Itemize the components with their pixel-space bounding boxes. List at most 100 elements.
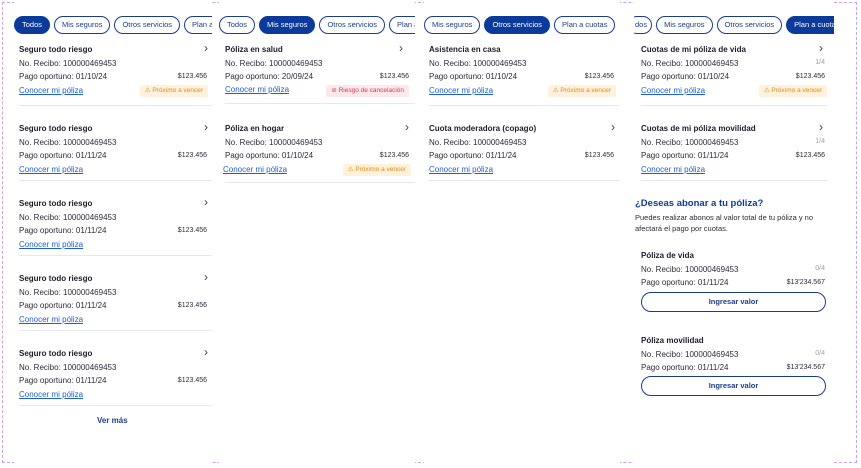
card-link[interactable]: Conocer mi póliza bbox=[19, 165, 83, 174]
policy-card[interactable]: Seguro todo riesgo › No. Recibo: 1000004… bbox=[19, 121, 212, 181]
cuota-card[interactable]: Cuotas de mi póliza de vida › No. Recibo… bbox=[641, 42, 827, 106]
card-recibo: No. Recibo: 100000469453 bbox=[641, 59, 739, 68]
chevron-right-icon[interactable]: › bbox=[204, 121, 208, 133]
card-recibo: No. Recibo: 100000469453 bbox=[19, 288, 117, 297]
chevron-right-icon[interactable]: › bbox=[611, 121, 615, 133]
policy-card[interactable]: Seguro todo riesgo › No. Recibo: 1000004… bbox=[19, 271, 212, 331]
card-pago: Pago oportuno: 01/11/24 bbox=[641, 363, 729, 372]
card-title: Seguro todo riesgo bbox=[19, 274, 93, 283]
card-pago: Pago oportuno: 01/10/24 bbox=[429, 72, 518, 81]
card-amount: $123.456 bbox=[177, 377, 207, 384]
card-link[interactable]: Conocer mi póliza bbox=[19, 86, 83, 95]
card-pago: Pago oportuno: 01/11/24 bbox=[641, 278, 729, 287]
tab-otros-servicios[interactable]: Otros servicios bbox=[319, 16, 386, 34]
card-pago: Pago oportuno: 01/11/24 bbox=[641, 151, 729, 160]
tab-todos[interactable]: Todos bbox=[219, 16, 256, 34]
card-title: Póliza en hogar bbox=[225, 124, 285, 133]
card-pago: Pago oportuno: 20/09/24 bbox=[225, 72, 314, 81]
chevron-right-icon[interactable]: › bbox=[405, 121, 409, 133]
card-pago: Pago oportuno: 01/11/24 bbox=[19, 301, 107, 310]
chevron-right-icon[interactable]: › bbox=[204, 196, 208, 208]
policy-card[interactable]: Póliza en hogar › No. Recibo: 1000004694… bbox=[223, 121, 415, 183]
tab-plan-a-cuotas[interactable]: Plan a cuotas bbox=[389, 16, 415, 34]
card-link[interactable]: Conocer mi póliza bbox=[225, 85, 289, 94]
filter-tabs: TodosMis segurosOtros serviciosPlan a cu… bbox=[14, 16, 212, 34]
card-title: Seguro todo riesgo bbox=[19, 199, 93, 208]
card-link[interactable]: Conocer mi póliza bbox=[641, 165, 705, 174]
chevron-right-icon[interactable]: › bbox=[204, 42, 208, 54]
card-amount: $13'234.567 bbox=[786, 279, 825, 286]
tab-mis-seguros[interactable]: Mis seguros bbox=[656, 16, 713, 34]
card-link[interactable]: Conocer mi póliza bbox=[19, 390, 83, 399]
tab-otros-servicios[interactable]: Otros servicios bbox=[114, 16, 181, 34]
card-recibo: No. Recibo: 100000469453 bbox=[225, 59, 323, 68]
card-recibo: No. Recibo: 100000469453 bbox=[19, 59, 117, 68]
card-amount: $123.456 bbox=[177, 152, 207, 159]
card-title: Seguro todo riesgo bbox=[19, 124, 93, 133]
tab-otros-servicios[interactable]: Otros servicios bbox=[484, 16, 551, 34]
card-recibo: No. Recibo: 100000469453 bbox=[19, 363, 117, 372]
card-link[interactable]: Conocer mi póliza bbox=[429, 86, 493, 95]
card-link[interactable]: Conocer mi póliza bbox=[223, 165, 287, 174]
card-amount: $123.456 bbox=[379, 73, 409, 80]
card-title: Seguro todo riesgo bbox=[19, 45, 93, 54]
filter-tabs: TodosMis segurosOtros serviciosPlan a cu… bbox=[219, 16, 415, 34]
tab-mis-seguros[interactable]: Mis seguros bbox=[424, 16, 481, 34]
card-amount: $123.456 bbox=[584, 73, 614, 80]
card-amount: $13'234.567 bbox=[786, 364, 825, 371]
card-title: Póliza movilidad bbox=[641, 336, 704, 345]
card-amount: $123.456 bbox=[795, 152, 825, 159]
policy-card[interactable]: Póliza en salud › No. Recibo: 1000004694… bbox=[225, 42, 415, 104]
filter-tabs: dos Mis seguros Otros servicios Plan a cuot… bbox=[634, 16, 834, 34]
card-pago: Pago oportuno: 01/11/24 bbox=[429, 151, 517, 160]
service-card[interactable]: Asistencia en casa No. Recibo: 100000469… bbox=[429, 45, 619, 106]
cuota-counter: 1/4 bbox=[815, 59, 825, 66]
policy-card[interactable]: Seguro todo riesgo › No. Recibo: 1000004… bbox=[19, 346, 212, 406]
tab-todos[interactable]: dos bbox=[634, 16, 653, 34]
abono-card: Póliza de vida No. Recibo: 100000469453 … bbox=[641, 251, 827, 312]
status-badge: ⚠ Próximo a vencer bbox=[547, 85, 616, 97]
screen-todos: TodosMis segurosOtros serviciosPlan a cu… bbox=[14, 0, 212, 468]
tab-otros-servicios[interactable]: Otros servicios bbox=[716, 16, 783, 34]
chevron-right-icon[interactable]: › bbox=[204, 271, 208, 283]
chevron-right-icon[interactable]: › bbox=[819, 42, 823, 54]
tab-plan-a-cuotas[interactable]: Plan a cuotas bbox=[184, 16, 212, 34]
card-recibo: No. Recibo: 100000469453 bbox=[641, 265, 739, 274]
ver-mas-link[interactable]: Ver más bbox=[97, 416, 128, 425]
card-title: Seguro todo riesgo bbox=[19, 349, 93, 358]
card-recibo: No. Recibo: 100000469453 bbox=[429, 59, 527, 68]
cuota-card[interactable]: Cuotas de mi póliza movilidad › No. Reci… bbox=[641, 121, 827, 181]
service-card[interactable]: Cuota moderadora (copago) › No. Recibo: … bbox=[429, 121, 619, 181]
cuota-counter: 1/4 bbox=[815, 138, 825, 145]
card-link[interactable]: Conocer mi póliza bbox=[429, 165, 493, 174]
card-pago: Pago oportuno: 01/11/24 bbox=[19, 376, 107, 385]
card-recibo: No. Recibo: 100000469453 bbox=[19, 213, 117, 222]
policy-card[interactable]: Seguro todo riesgo › No. Recibo: 1000004… bbox=[19, 42, 212, 106]
filter-tabs: Mis seguros Otros servicios Plan a cuotas bbox=[424, 16, 619, 34]
status-badge: ⚠ Próximo a vencer bbox=[758, 85, 827, 97]
card-recibo: No. Recibo: 100000469453 bbox=[429, 138, 527, 147]
card-recibo: No. Recibo: 100000469453 bbox=[641, 138, 739, 147]
tab-plan-a-cuotas[interactable]: Plan a cuotas bbox=[786, 16, 834, 34]
chevron-right-icon[interactable]: › bbox=[819, 121, 823, 133]
tab-mis-seguros[interactable]: Mis seguros bbox=[259, 16, 316, 34]
card-link[interactable]: Conocer mi póliza bbox=[19, 315, 83, 324]
chevron-right-icon[interactable]: › bbox=[204, 346, 208, 358]
policy-card[interactable]: Seguro todo riesgo › No. Recibo: 1000004… bbox=[19, 196, 212, 256]
card-link[interactable]: Conocer mi póliza bbox=[641, 86, 705, 95]
tab-plan-a-cuotas[interactable]: Plan a cuotas bbox=[554, 16, 616, 34]
card-link[interactable]: Conocer mi póliza bbox=[19, 240, 83, 249]
card-amount: $123.456 bbox=[584, 152, 614, 159]
ingresar-valor-button[interactable]: Ingresar valor bbox=[641, 376, 826, 396]
card-title: Cuota moderadora (copago) bbox=[429, 124, 537, 133]
ingresar-valor-button[interactable]: Ingresar valor bbox=[641, 292, 826, 312]
card-title: Cuotas de mi póliza de vida bbox=[641, 45, 746, 54]
tab-todos[interactable]: Todos bbox=[14, 16, 51, 34]
status-badge: ⊘ Riesgo de cancelación bbox=[326, 85, 409, 97]
status-badge: ⚠ Próximo a vencer bbox=[139, 85, 208, 97]
tab-mis-seguros[interactable]: Mis seguros bbox=[54, 16, 111, 34]
card-pago: Pago oportuno: 01/11/24 bbox=[19, 226, 107, 235]
card-title: Póliza de vida bbox=[641, 251, 694, 260]
chevron-right-icon[interactable]: › bbox=[399, 42, 403, 54]
card-title: Asistencia en casa bbox=[429, 45, 501, 54]
